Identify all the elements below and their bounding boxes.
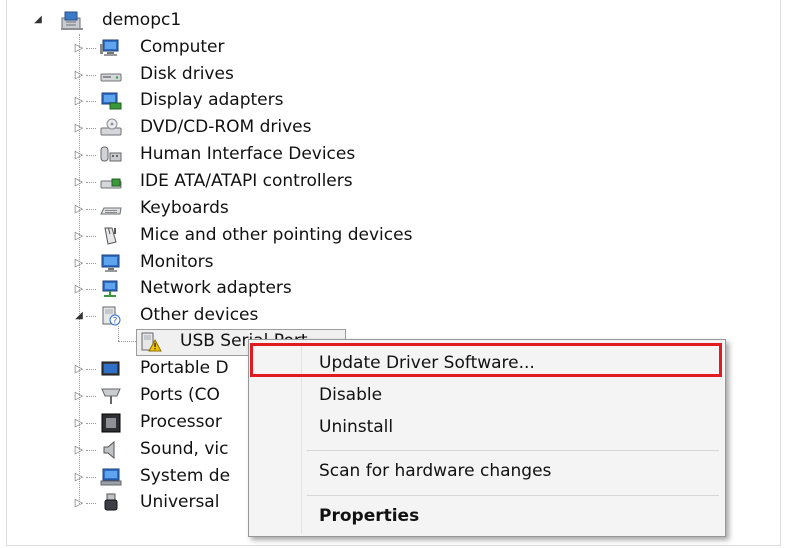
tree-item-monitors[interactable]: ▷ Monitors xyxy=(0,250,300,276)
menu-separator xyxy=(307,450,719,451)
tree-line xyxy=(86,450,96,451)
tree-item-label: Ports (CO xyxy=(140,385,220,405)
hid-icon xyxy=(100,145,122,165)
tree-item-disk-drives[interactable]: ▷ Disk drives xyxy=(0,62,300,88)
expand-arrow-icon[interactable]: ▷ xyxy=(73,416,85,430)
tree-item-label: Network adapters xyxy=(140,278,292,298)
speaker-icon xyxy=(100,440,120,460)
tree-item-computer[interactable]: ▷ Computer xyxy=(0,35,300,61)
tree-item-portable-devices[interactable]: ▷ Portable D xyxy=(0,356,250,382)
tree-line xyxy=(86,128,96,129)
tree-item-label: System de xyxy=(140,466,231,486)
port-icon xyxy=(100,386,121,406)
processor-icon xyxy=(100,413,121,433)
warning-device-icon xyxy=(140,332,162,352)
tree-item-label: Mice and other pointing devices xyxy=(140,225,413,245)
tree-root-label: demopc1 xyxy=(102,10,182,30)
tree-item-network-adapters[interactable]: ▷ Network adapters xyxy=(0,276,300,302)
expand-arrow-icon[interactable]: ▷ xyxy=(73,148,85,162)
tree-line xyxy=(86,503,96,504)
tree-item-display-adapters[interactable]: ▷ Display adapters xyxy=(0,88,300,114)
tree-item-hid[interactable]: ▷ Human Interface Devices xyxy=(0,142,355,168)
expand-arrow-icon[interactable]: ▷ xyxy=(73,41,85,55)
display-adapter-icon xyxy=(100,91,122,111)
tree-item-label: Display adapters xyxy=(140,90,284,110)
annotation-highlight-box xyxy=(250,343,722,377)
expand-arrow-icon[interactable]: ▷ xyxy=(73,229,85,243)
tree-root-row[interactable]: ◢ demopc1 xyxy=(0,8,300,34)
unknown-device-icon: ? xyxy=(100,306,121,327)
mouse-icon xyxy=(100,226,120,246)
tree-line xyxy=(86,75,96,76)
tree-line xyxy=(86,263,96,264)
expand-arrow-icon[interactable]: ▷ xyxy=(73,282,85,296)
tree-item-label: Portable D xyxy=(140,358,229,378)
tree-item-mice[interactable]: ▷ Mice and other pointing devices xyxy=(0,223,413,249)
expand-arrow-icon[interactable]: ▷ xyxy=(73,121,85,135)
menu-separator xyxy=(307,495,719,496)
expand-arrow-icon[interactable]: ▷ xyxy=(73,362,85,376)
network-adapter-icon xyxy=(100,279,120,299)
usb-icon xyxy=(100,493,120,513)
tree-line xyxy=(86,477,96,478)
tree-item-label: Human Interface Devices xyxy=(140,144,356,164)
tree-line xyxy=(86,316,96,317)
tree-line xyxy=(86,101,96,102)
tree-line xyxy=(86,236,96,237)
expand-arrow-icon[interactable]: ▷ xyxy=(73,496,85,510)
menu-item-uninstall[interactable]: Uninstall xyxy=(251,411,723,443)
tree-item-label: Computer xyxy=(140,37,225,57)
tree-line xyxy=(86,209,96,210)
menu-item-scan-for-hardware-changes[interactable]: Scan for hardware changes xyxy=(251,455,723,487)
tree-item-ide-controllers[interactable]: ▷ IDE ATA/ATAPI controllers xyxy=(0,169,353,195)
expand-arrow-icon[interactable]: ▷ xyxy=(73,443,85,457)
svg-text:?: ? xyxy=(113,317,118,327)
expand-arrow-icon[interactable]: ▷ xyxy=(73,68,85,82)
disk-drive-icon xyxy=(100,65,122,85)
tree-line xyxy=(86,423,96,424)
tree-item-other-devices[interactable]: ◢ ? Other devices xyxy=(0,303,300,329)
tree-item-processors[interactable]: ▷ Processor xyxy=(0,410,250,436)
tree-line xyxy=(86,182,96,183)
menu-item-disable[interactable]: Disable xyxy=(251,379,723,411)
expand-arrow-icon[interactable]: ▷ xyxy=(73,256,85,270)
tree-item-universal-serial-bus[interactable]: ▷ Universal xyxy=(0,490,250,516)
tree-item-label: Disk drives xyxy=(140,64,234,84)
tree-item-keyboards[interactable]: ▷ Keyboards xyxy=(0,196,300,222)
tree-line xyxy=(86,369,96,370)
tree-item-label: Other devices xyxy=(140,305,259,325)
computer-network-icon xyxy=(60,10,83,30)
tree-line xyxy=(86,289,96,290)
expand-arrow-icon[interactable]: ▷ xyxy=(73,175,85,189)
portable-device-icon xyxy=(100,359,120,379)
expand-arrow-icon[interactable]: ▷ xyxy=(73,94,85,108)
tree-item-label: Keyboards xyxy=(140,198,229,218)
tree-item-sound[interactable]: ▷ Sound, vic xyxy=(0,437,250,463)
expand-arrow-icon[interactable]: ▷ xyxy=(73,470,85,484)
tree-item-label: Sound, vic xyxy=(140,439,229,459)
collapse-arrow-icon[interactable]: ◢ xyxy=(73,309,85,323)
tree-item-ports[interactable]: ▷ Ports (CO xyxy=(0,383,250,409)
dvd-drive-icon xyxy=(100,118,122,138)
tree-item-system-devices[interactable]: ▷ System de xyxy=(0,464,250,490)
system-device-icon xyxy=(100,467,122,487)
tree-line xyxy=(86,48,96,49)
ide-controller-icon xyxy=(100,172,122,192)
computer-icon xyxy=(100,38,120,58)
tree-item-dvd-drives[interactable]: ▷ DVD/CD-ROM drives xyxy=(0,115,312,141)
expand-arrow-icon[interactable]: ▷ xyxy=(73,389,85,403)
tree-item-label: Processor xyxy=(140,412,222,432)
menu-item-properties[interactable]: Properties xyxy=(251,500,723,532)
keyboard-icon xyxy=(100,199,122,219)
tree-line xyxy=(86,396,96,397)
tree-item-label: IDE ATA/ATAPI controllers xyxy=(140,171,353,191)
tree-item-label: Monitors xyxy=(140,252,214,272)
tree-line xyxy=(86,155,96,156)
monitor-icon xyxy=(100,253,120,273)
tree-item-label: DVD/CD-ROM drives xyxy=(140,117,312,137)
expand-arrow-icon[interactable]: ▷ xyxy=(73,202,85,216)
collapse-arrow-icon[interactable]: ◢ xyxy=(32,13,44,27)
tree-item-label: Universal xyxy=(140,492,220,512)
